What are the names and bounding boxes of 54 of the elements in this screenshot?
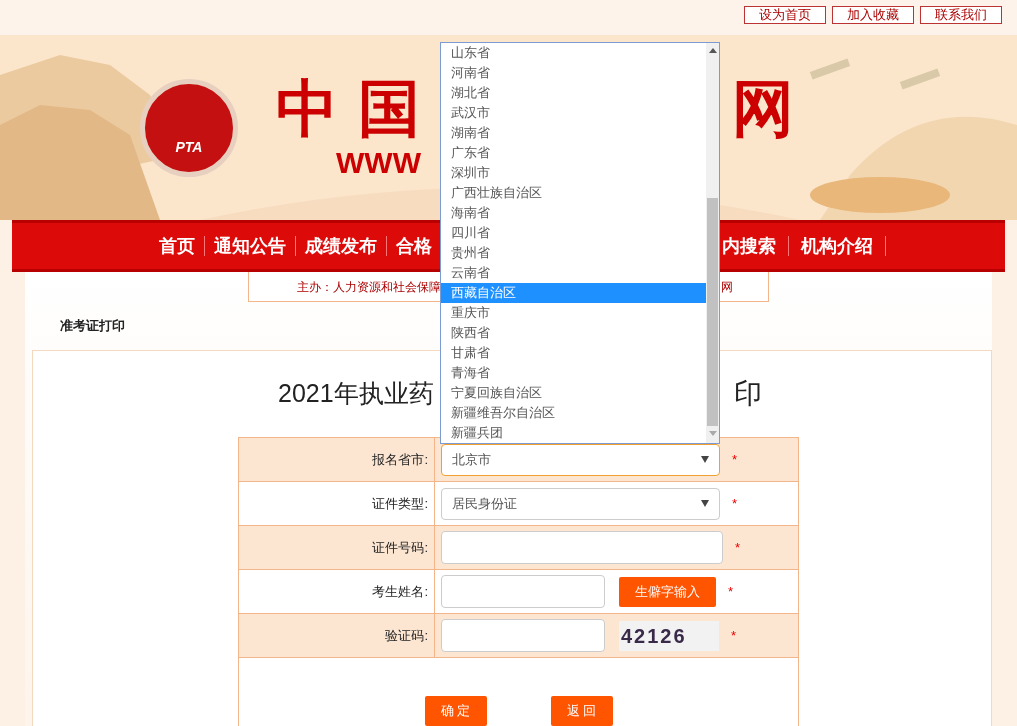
caret-icon [701, 456, 709, 463]
dropdown-option[interactable]: 湖北省 [441, 83, 706, 103]
required-mark: * [732, 450, 738, 469]
nav-link[interactable]: 通知公告 [205, 236, 296, 256]
required-mark: * [731, 626, 737, 645]
dropdown-option[interactable]: 云南省 [441, 263, 706, 283]
nav-link[interactable]: 首页 [150, 236, 205, 256]
field-label: 报名省市: [372, 450, 428, 469]
nav-link[interactable]: 成绩发布 [296, 236, 387, 256]
site-title: 网 [732, 73, 794, 144]
dropdown-option[interactable]: 宁夏回族自治区 [441, 383, 706, 403]
sponsor-text: 主办：人力资源和社会保障 [297, 278, 441, 296]
scrollbar[interactable] [706, 43, 719, 443]
page-title: 2021年执业药 [278, 378, 434, 410]
field-label: 证件号码: [372, 538, 428, 557]
input-field[interactable] [441, 531, 723, 564]
site-url: WWW [336, 144, 421, 181]
input-field[interactable] [441, 575, 605, 608]
input-field[interactable] [441, 619, 605, 652]
dropdown-option[interactable]: 新疆兵团 [441, 423, 706, 443]
dropdown-option[interactable]: 深圳市 [441, 163, 706, 183]
required-mark: * [728, 582, 734, 601]
field-label: 验证码: [385, 626, 428, 645]
required-mark: * [735, 538, 741, 557]
top-link[interactable]: 设为首页 [744, 6, 826, 24]
breadcrumb: 准考证打印 [60, 317, 125, 336]
select-field[interactable]: 北京市 [441, 443, 720, 476]
sponsor-text: 网 [721, 278, 733, 296]
required-mark: * [732, 494, 738, 513]
dropdown-option[interactable]: 广西壮族自治区 [441, 183, 706, 203]
nav-link[interactable]: 机构介绍 [789, 236, 886, 256]
captcha-image[interactable]: 42126 [619, 620, 719, 651]
dropdown-option[interactable]: 贵州省 [441, 243, 706, 263]
dropdown-option[interactable]: 广东省 [441, 143, 706, 163]
dropdown-option[interactable]: 甘肃省 [441, 343, 706, 363]
field-label: 证件类型: [372, 494, 428, 513]
dropdown-option[interactable]: 重庆市 [441, 303, 706, 323]
select-field[interactable]: 居民身份证 [441, 487, 720, 520]
dropdown-option[interactable]: 海南省 [441, 203, 706, 223]
page-title: 印 [733, 377, 762, 411]
dropdown-option[interactable]: 新疆维吾尔自治区 [441, 403, 706, 423]
dropdown-option[interactable]: 四川省 [441, 223, 706, 243]
dropdown-option[interactable]: 武汉市 [441, 103, 706, 123]
dropdown-option[interactable]: 山东省 [441, 43, 706, 63]
caret-icon [701, 500, 709, 507]
dropdown-option[interactable]: 湖南省 [441, 123, 706, 143]
dropdown-option[interactable]: 河南省 [441, 63, 706, 83]
field-label: 考生姓名: [372, 582, 428, 601]
dropdown-option[interactable]: 陕西省 [441, 323, 706, 343]
dropdown-option[interactable]: 青海省 [441, 363, 706, 383]
site-title: 中国 [276, 73, 440, 144]
logo-text: PTA [175, 137, 203, 157]
top-link[interactable]: 加入收藏 [832, 6, 914, 24]
top-link[interactable]: 联系我们 [920, 6, 1002, 24]
